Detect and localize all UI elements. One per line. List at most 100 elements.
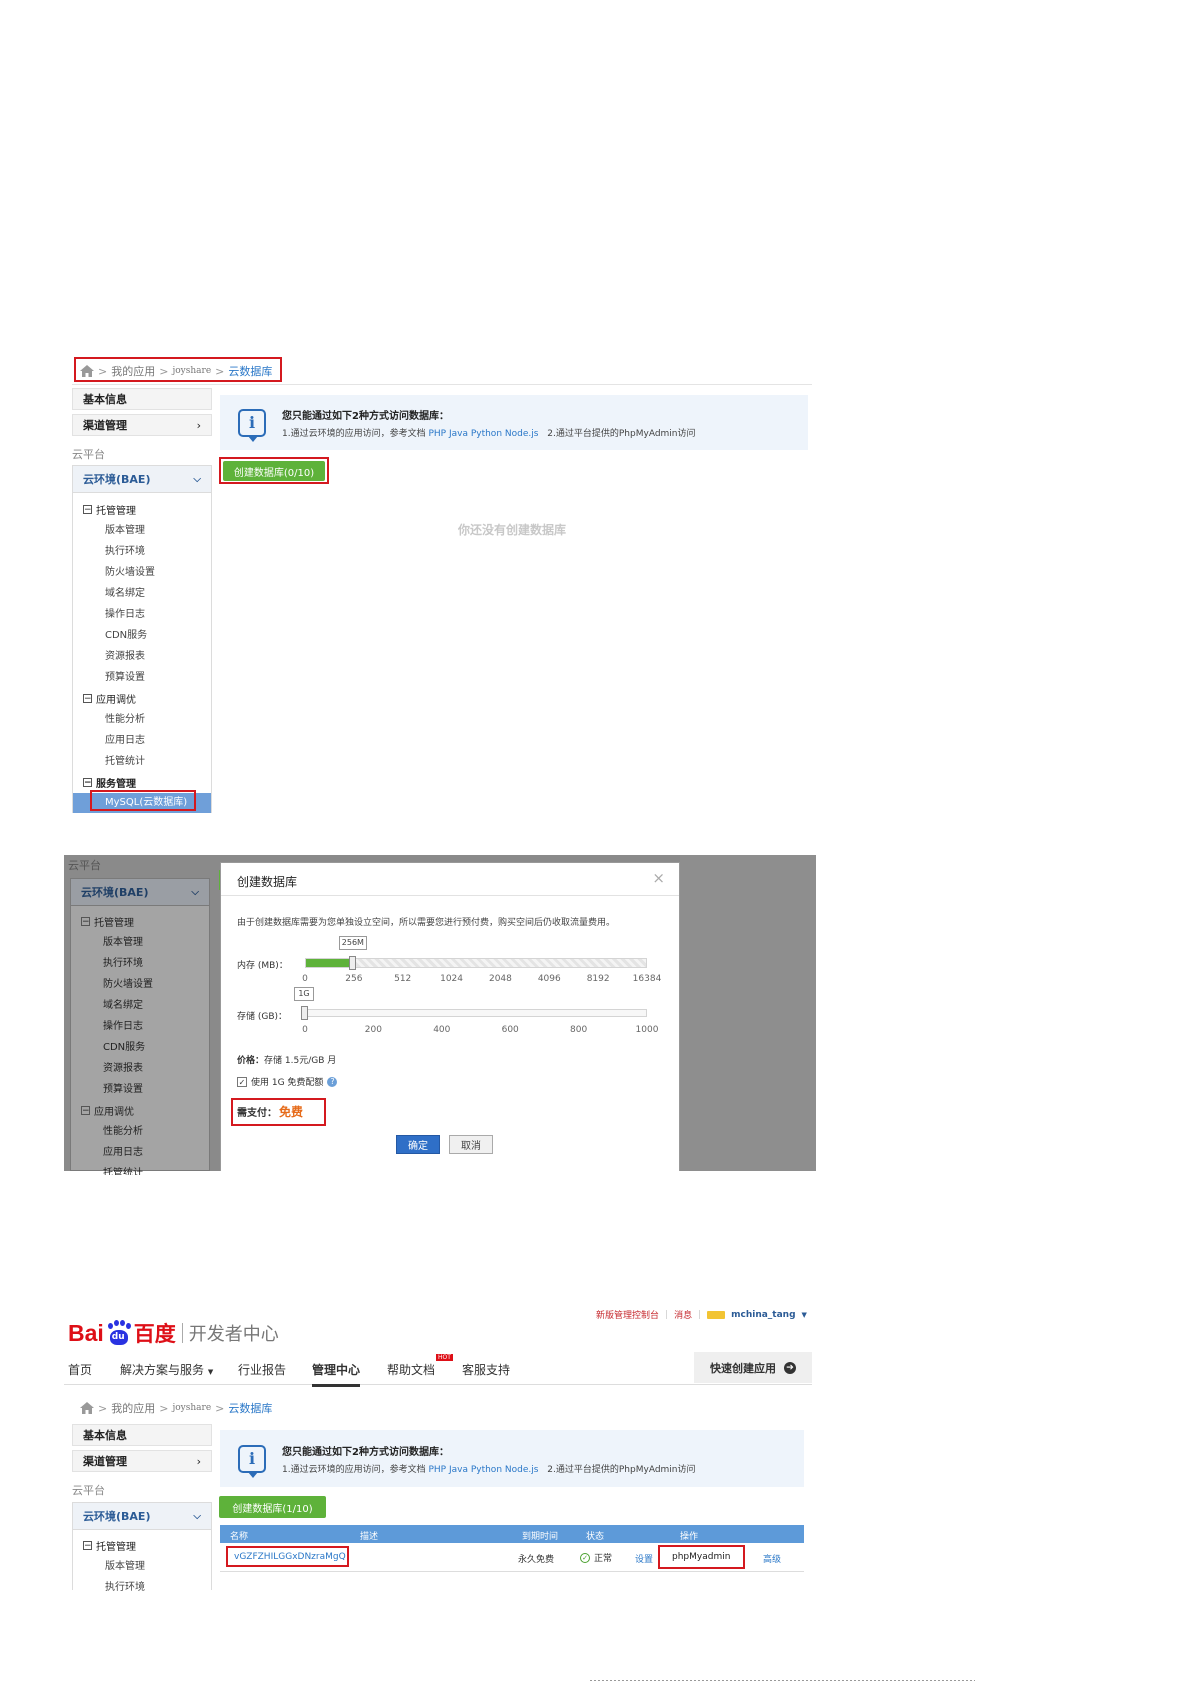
quick-create-button[interactable]: 快速创建应用 ➔: [694, 1352, 812, 1383]
info-panel: i 您只能通过如下2种方式访问数据库： 1.通过云环境的应用访问，参考文档 PH…: [220, 1430, 804, 1487]
sidebar-item-label: 基本信息: [83, 1429, 127, 1442]
tree-group-tuning[interactable]: − 应用调优: [71, 1100, 209, 1121]
sidebar-item[interactable]: 执行环境: [71, 953, 209, 974]
info-line-b: 2.通过平台提供的PhpMyAdmin访问: [547, 428, 696, 439]
collapse-icon: −: [83, 1541, 92, 1551]
close-icon[interactable]: ×: [652, 869, 665, 887]
price-text: 存储 1.5元/GB 月: [264, 1056, 337, 1066]
cancel-button[interactable]: 取消: [449, 1135, 493, 1154]
sidebar-item-stats[interactable]: 托管统计: [73, 751, 211, 772]
nav-docs[interactable]: 帮助文档: [387, 1361, 435, 1378]
nav-home[interactable]: 首页: [68, 1361, 92, 1378]
sidebar-item[interactable]: 防火墙设置: [71, 974, 209, 995]
info-line: 1.通过云环境的应用访问，参考文档 PHP Java Python Node.j…: [282, 1462, 696, 1475]
sidebar-item-runtime[interactable]: 执行环境: [73, 1577, 211, 1591]
doc-links[interactable]: PHP Java Python Node.js: [428, 1465, 538, 1475]
col-header-status: 状态: [586, 1532, 605, 1542]
sidebar-item[interactable]: 操作日志: [71, 1016, 209, 1037]
tree-group-hosting[interactable]: − 托管管理: [73, 1535, 211, 1556]
info-text: 您只能通过如下2种方式访问数据库： 1.通过云环境的应用访问，参考文档 PHP …: [282, 1443, 696, 1475]
sidebar-item-firewall[interactable]: 防火墙设置: [73, 562, 211, 583]
sidebar-item[interactable]: 域名绑定: [71, 995, 209, 1016]
sidebar-item-oplog[interactable]: 操作日志: [73, 604, 211, 625]
sidebar-item-cdn[interactable]: CDN服务: [73, 625, 211, 646]
chevron-right-icon: >: [215, 1401, 225, 1415]
sidebar-item-applog[interactable]: 应用日志: [73, 730, 211, 751]
sidebar-item-domain[interactable]: 域名绑定: [73, 583, 211, 604]
sidebar-item-channel[interactable]: 渠道管理 ›: [72, 414, 212, 436]
sidebar-item[interactable]: 资源报表: [71, 1058, 209, 1079]
breadcrumb: > 我的应用 > joyshare > 云数据库: [80, 1400, 272, 1416]
env-label: 云环境(BAE): [83, 1510, 151, 1523]
tree-group-label: 服务管理: [96, 779, 136, 790]
sidebar-item[interactable]: 应用日志: [71, 1142, 209, 1163]
col-header-actions: 操作: [680, 1532, 699, 1542]
dialog-divider: [221, 895, 679, 896]
sidebar-item-basic-info[interactable]: 基本信息: [72, 388, 212, 410]
sidebar-item[interactable]: 预算设置: [71, 1079, 209, 1100]
nav-solutions[interactable]: 解决方案与服务 ▼: [120, 1361, 213, 1378]
storage-tick-label: 600: [501, 1025, 519, 1035]
price-label: 价格：: [237, 1056, 265, 1066]
sidebar-env-header[interactable]: 云环境(BAE) ⌵: [73, 1503, 211, 1530]
nav-support[interactable]: 客服支持: [462, 1361, 510, 1378]
top-links: 新版管理控制台 | 消息 | mchina_tang ▼: [596, 1308, 807, 1322]
sidebar-item[interactable]: 版本管理: [71, 932, 209, 953]
sidebar-item-version[interactable]: 版本管理: [73, 1556, 211, 1577]
collapse-icon: −: [83, 778, 92, 788]
console-link[interactable]: 新版管理控制台: [596, 1308, 659, 1321]
storage-tick-label: 0: [302, 1025, 308, 1035]
sidebar-env-header[interactable]: 云环境(BAE) ⌵: [73, 466, 211, 493]
storage-slider[interactable]: [305, 1009, 647, 1017]
sidebar-tree: − 托管管理 版本管理 执行环境 防火墙设置 域名绑定 操作日志 CDN服务 资源…: [73, 493, 211, 813]
nav-manage[interactable]: 管理中心: [312, 1361, 361, 1387]
sidebar-item-label: 渠道管理: [83, 419, 127, 432]
sidebar-env-header[interactable]: 云环境(BAE) ⌵: [71, 879, 209, 906]
home-icon[interactable]: [80, 1402, 94, 1414]
help-icon[interactable]: ?: [327, 1076, 338, 1087]
tree-group-label: 托管管理: [94, 918, 134, 929]
breadcrumb-my-apps[interactable]: 我的应用: [111, 1400, 155, 1416]
tree-group-tuning[interactable]: − 应用调优: [73, 688, 211, 709]
create-db-button[interactable]: 创建数据库(1/10): [219, 1496, 326, 1518]
highlight-pay: [231, 1098, 326, 1126]
info-line-b: 2.通过平台提供的PhpMyAdmin访问: [547, 1464, 696, 1475]
sidebar-item-basic-info[interactable]: 基本信息: [72, 1424, 212, 1446]
advanced-link[interactable]: 高级: [763, 1552, 781, 1565]
breadcrumb-app[interactable]: joyshare: [172, 1403, 211, 1413]
status-text: 正常: [594, 1554, 613, 1564]
sidebar-tree: − 托管管理 版本管理 执行环境: [73, 1530, 211, 1591]
sidebar-item-version[interactable]: 版本管理: [73, 520, 211, 541]
footer-dotted-line: [590, 1680, 975, 1681]
sidebar-item[interactable]: 托管统计: [71, 1163, 209, 1175]
storage-label: 存储 (GB)：: [237, 1012, 288, 1022]
doc-links[interactable]: PHP Java Python Node.js: [428, 429, 538, 439]
user-menu[interactable]: mchina_tang: [731, 1310, 795, 1320]
info-icon: i: [238, 1444, 266, 1478]
memory-label: 内存 (MB)：: [237, 961, 288, 971]
logo-divider: [181, 1323, 183, 1343]
logo-paw-text: du: [111, 1332, 125, 1342]
storage-slider-handle[interactable]: [301, 1006, 308, 1020]
sidebar-item[interactable]: CDN服务: [71, 1037, 209, 1058]
sidebar-item-perf[interactable]: 性能分析: [73, 709, 211, 730]
memory-slider[interactable]: [305, 958, 647, 968]
chevron-down-icon: ⌵: [193, 1510, 201, 1522]
confirm-button[interactable]: 确定: [396, 1135, 440, 1154]
sidebar-item[interactable]: 性能分析: [71, 1121, 209, 1142]
hot-badge: HOT: [436, 1354, 453, 1361]
sidebar-item-resource[interactable]: 资源报表: [73, 646, 211, 667]
sidebar-item-runtime[interactable]: 执行环境: [73, 541, 211, 562]
sidebar-item-channel[interactable]: 渠道管理 ›: [72, 1450, 212, 1472]
tree-group-hosting[interactable]: − 托管管理: [71, 911, 209, 932]
caret-down-icon: ▼: [801, 1310, 807, 1319]
baidu-logo[interactable]: Bai du 百度 开发者中心: [68, 1318, 279, 1348]
messages-link[interactable]: 消息: [674, 1308, 692, 1321]
memory-slider-handle[interactable]: [348, 956, 356, 970]
settings-link[interactable]: 设置: [635, 1552, 653, 1565]
info-icon: i: [238, 408, 266, 442]
nav-reports[interactable]: 行业报告: [238, 1361, 286, 1378]
free-quota-checkbox[interactable]: ✓: [237, 1076, 247, 1087]
tree-group-hosting[interactable]: − 托管管理: [73, 499, 211, 520]
sidebar-item-budget[interactable]: 预算设置: [73, 667, 211, 688]
